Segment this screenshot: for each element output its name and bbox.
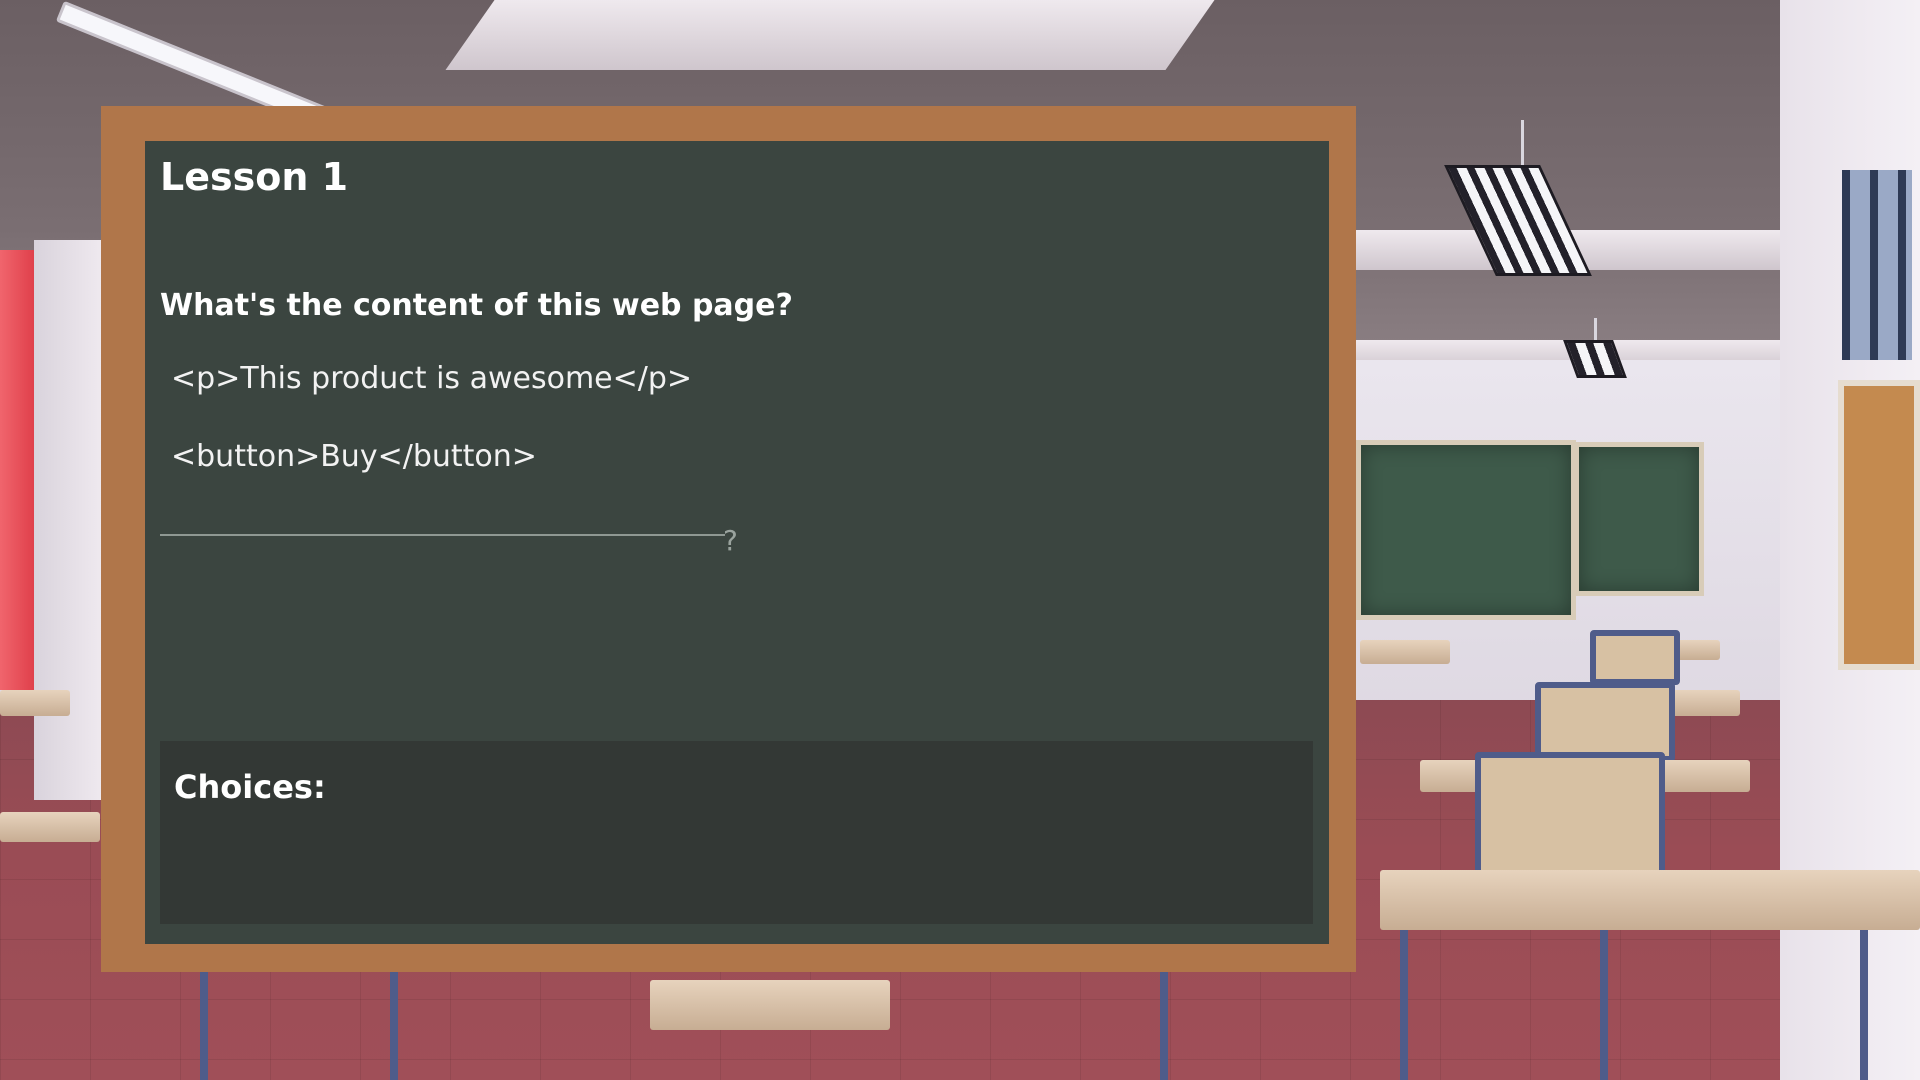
code-line: <button>Buy</button>	[171, 439, 537, 474]
code-line: <p>This product is awesome</p>	[171, 361, 693, 396]
lesson-board: Lesson 1 What's the content of this web …	[145, 141, 1329, 944]
question-text: What's the content of this web page?	[160, 288, 793, 323]
answer-question-mark: ?	[723, 524, 738, 557]
chair	[1535, 682, 1675, 762]
answer-blank[interactable]	[160, 534, 725, 536]
light-rod	[1521, 120, 1524, 165]
lesson-title: Lesson 1	[160, 155, 349, 199]
desk	[0, 690, 70, 716]
back-chalkboard	[1574, 442, 1704, 596]
back-chalkboard	[1356, 440, 1576, 620]
choices-panel: Choices:	[160, 741, 1313, 924]
choices-label: Choices:	[174, 768, 326, 806]
desk	[0, 812, 100, 842]
window	[1842, 170, 1912, 360]
desk-leg	[1860, 930, 1868, 1080]
curtain	[0, 250, 34, 690]
desk	[1380, 870, 1920, 930]
ceiling-beam	[445, 0, 1215, 70]
chair	[1590, 630, 1680, 685]
desk-leg	[200, 972, 208, 1080]
light-rod	[1594, 318, 1597, 340]
desk-leg	[1160, 972, 1168, 1080]
desk-leg	[1400, 930, 1408, 1080]
desk	[650, 980, 890, 1030]
cork-board	[1838, 380, 1920, 670]
desk-leg	[1600, 930, 1608, 1080]
chair	[1475, 752, 1665, 882]
desk-leg	[390, 972, 398, 1080]
wall-column	[34, 240, 102, 800]
desk	[1360, 640, 1450, 664]
